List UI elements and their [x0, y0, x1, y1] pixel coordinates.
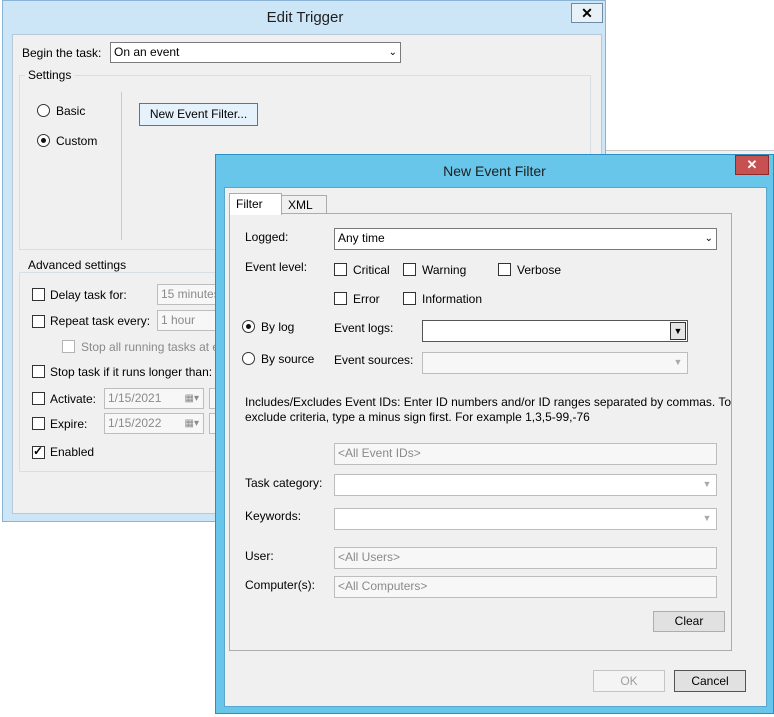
- logged-value: Any time: [338, 231, 385, 245]
- new-event-filter-title: New Event Filter: [443, 163, 546, 179]
- critical-label: Critical: [353, 263, 390, 277]
- dropdown-arrow-icon: ▼: [673, 357, 683, 367]
- calendar-icon: ▦▾: [184, 393, 199, 404]
- event-level-label: Event level:: [245, 260, 308, 274]
- activate-checkbox[interactable]: [32, 392, 45, 405]
- user-label: User:: [245, 549, 274, 563]
- task-category-label: Task category:: [245, 476, 323, 490]
- repeat-task-label: Repeat task every:: [50, 314, 151, 328]
- computer-label: Computer(s):: [245, 578, 316, 592]
- new-event-filter-button[interactable]: New Event Filter...: [139, 103, 258, 126]
- activate-label: Activate:: [50, 392, 97, 406]
- custom-radio[interactable]: [37, 134, 50, 147]
- tab-xml[interactable]: XML: [281, 195, 327, 214]
- by-log-radio[interactable]: [242, 320, 255, 333]
- advanced-settings-title: Advanced settings: [25, 258, 130, 272]
- activate-date-value: 1/15/2021: [108, 391, 162, 405]
- calendar-icon: ▦▾: [184, 418, 199, 429]
- verbose-checkbox[interactable]: [498, 263, 511, 276]
- computer-input[interactable]: <All Computers>: [334, 576, 717, 598]
- expire-checkbox[interactable]: [32, 417, 45, 430]
- begin-task-select[interactable]: On an event ⌄: [110, 42, 401, 63]
- ok-button[interactable]: OK: [593, 670, 665, 692]
- error-checkbox[interactable]: [334, 292, 347, 305]
- dropdown-arrow-icon: ▼: [670, 322, 686, 340]
- custom-label: Custom: [56, 134, 98, 148]
- basic-radio[interactable]: [37, 104, 50, 117]
- cancel-button[interactable]: Cancel: [674, 670, 746, 692]
- logged-select[interactable]: Any time ⌄: [334, 228, 717, 250]
- event-ids-help-line1: Includes/Excludes Event IDs: Enter ID nu…: [245, 395, 732, 409]
- verbose-label: Verbose: [517, 263, 562, 277]
- by-log-label: By log: [261, 320, 295, 334]
- expire-date-value: 1/15/2022: [108, 416, 162, 430]
- begin-task-value: On an event: [114, 45, 180, 59]
- enabled-label: Enabled: [50, 445, 95, 459]
- settings-title: Settings: [25, 68, 75, 82]
- dropdown-arrow-icon: ▼: [702, 479, 712, 489]
- clear-button[interactable]: Clear: [653, 611, 725, 632]
- delay-task-label: Delay task for:: [50, 288, 127, 302]
- tab-filter[interactable]: Filter: [229, 193, 282, 215]
- by-source-radio[interactable]: [242, 352, 255, 365]
- expire-date-picker[interactable]: 1/15/2022 ▦▾: [104, 413, 204, 434]
- close-icon[interactable]: ✕: [571, 3, 603, 23]
- event-ids-input[interactable]: <All Event IDs>: [334, 443, 717, 465]
- close-icon[interactable]: ✕: [735, 155, 769, 175]
- begin-task-label: Begin the task:: [22, 46, 102, 60]
- repeat-task-checkbox[interactable]: [32, 315, 45, 328]
- logged-label: Logged:: [245, 230, 289, 244]
- task-category-select[interactable]: ▼: [334, 474, 717, 496]
- information-checkbox[interactable]: [403, 292, 416, 305]
- event-sources-label: Event sources:: [334, 353, 414, 367]
- stop-running-label: Stop all running tasks at e: [81, 340, 220, 354]
- warning-label: Warning: [422, 263, 467, 277]
- stop-longer-label: Stop task if it runs longer than:: [50, 365, 213, 379]
- keywords-select[interactable]: ▼: [334, 508, 717, 530]
- activate-date-picker[interactable]: 1/15/2021 ▦▾: [104, 388, 204, 409]
- user-input[interactable]: <All Users>: [334, 547, 717, 569]
- keywords-label: Keywords:: [245, 509, 302, 523]
- dropdown-arrow-icon: ▼: [702, 513, 712, 523]
- critical-checkbox[interactable]: [334, 263, 347, 276]
- delay-task-checkbox[interactable]: [32, 288, 45, 301]
- basic-label: Basic: [56, 104, 86, 118]
- edit-trigger-title: Edit Trigger: [266, 9, 344, 26]
- expire-label: Expire:: [50, 417, 88, 431]
- event-sources-select[interactable]: ▼: [422, 352, 688, 374]
- information-label: Information: [422, 292, 483, 306]
- enabled-checkbox[interactable]: [32, 444, 45, 459]
- warning-checkbox[interactable]: [403, 263, 416, 276]
- event-logs-label: Event logs:: [334, 321, 394, 335]
- by-source-label: By source: [261, 352, 315, 366]
- stop-longer-checkbox[interactable]: [32, 365, 45, 378]
- stop-running-checkbox[interactable]: [62, 340, 75, 353]
- settings-divider: [121, 92, 122, 240]
- chevron-down-icon: ⌄: [704, 233, 713, 244]
- event-logs-select[interactable]: ▼: [422, 320, 688, 342]
- chevron-down-icon: ⌄: [388, 47, 397, 58]
- event-ids-help-line2: exclude criteria, type a minus sign firs…: [245, 410, 590, 424]
- error-label: Error: [353, 292, 380, 306]
